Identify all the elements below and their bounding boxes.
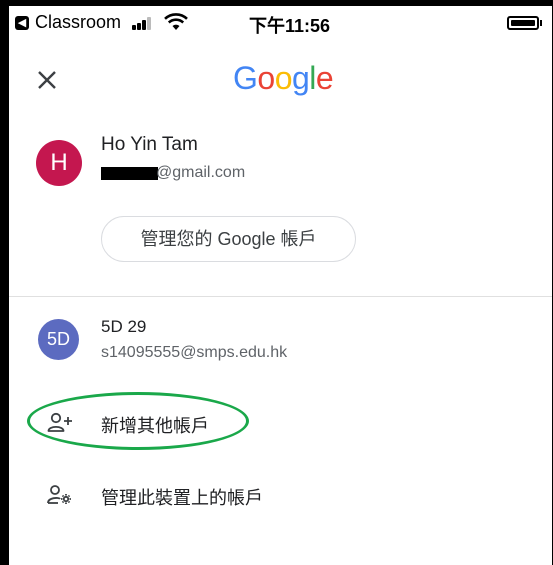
add-account-label: 新增其他帳戶 — [101, 416, 209, 436]
logo-letter: e — [315, 60, 334, 96]
cellular-signal-icon — [132, 17, 158, 30]
logo-letter: g — [291, 60, 310, 96]
secondary-avatar[interactable]: 5D — [38, 319, 79, 360]
account-name: Ho Yin Tam — [101, 134, 198, 155]
secondary-account-name[interactable]: 5D 29 — [101, 317, 146, 337]
add-account-button[interactable]: 新增其他帳戶 — [9, 401, 552, 445]
close-icon[interactable] — [35, 68, 59, 92]
manage-google-account-button[interactable]: 管理您的 Google 帳戶 — [101, 216, 356, 262]
manage-accounts-icon — [47, 485, 71, 504]
logo-letter: G — [233, 60, 258, 96]
status-time: 下午11:56 — [249, 16, 331, 36]
manage-device-accounts-button[interactable]: 管理此裝置上的帳戶 — [9, 473, 552, 517]
status-bar: ◀ Classroom 下午11:56 — [9, 6, 552, 38]
logo-letter: l — [309, 60, 316, 96]
avatar[interactable]: H — [36, 140, 82, 186]
logo-letter: o — [274, 60, 293, 96]
phone-screen: ◀ Classroom 下午11:56 Google H Ho Yin Tam … — [9, 6, 552, 565]
manage-device-accounts-label: 管理此裝置上的帳戶 — [101, 488, 263, 508]
logo-letter: o — [257, 60, 275, 96]
secondary-account-email[interactable]: s14095555@smps.edu.hk — [101, 344, 287, 362]
back-app-label[interactable]: Classroom — [35, 12, 121, 33]
wifi-icon — [164, 13, 188, 30]
google-logo: Google — [233, 60, 334, 97]
battery-icon — [507, 16, 539, 30]
divider — [9, 296, 552, 297]
redaction-bar — [101, 167, 158, 180]
back-to-app-icon[interactable]: ◀ — [15, 16, 29, 30]
add-person-icon — [47, 412, 72, 432]
battery-tip — [540, 20, 542, 26]
account-email-domain: @gmail.com — [156, 164, 246, 181]
